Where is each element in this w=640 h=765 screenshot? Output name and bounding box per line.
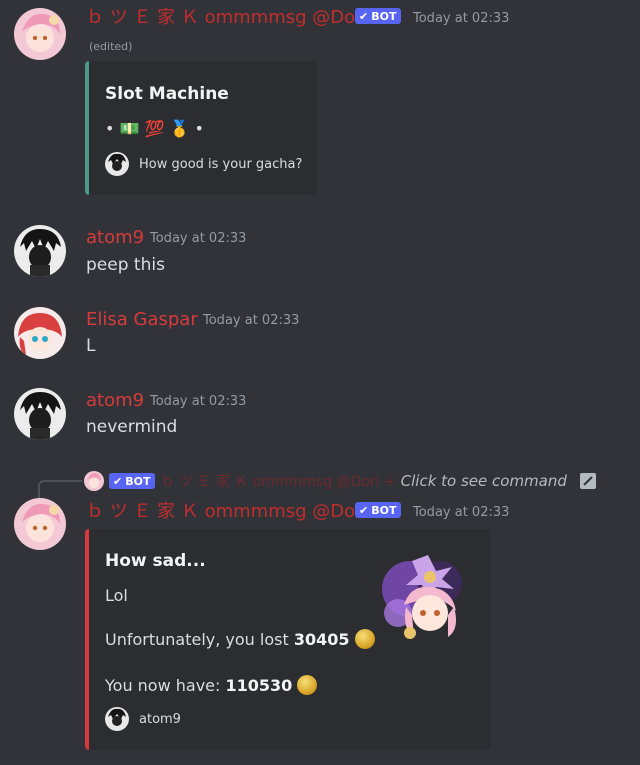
have-prefix: You now have: — [105, 676, 226, 695]
click-to-see-command[interactable]: Click to see command — [401, 472, 567, 490]
avatar-dori-bot[interactable] — [14, 498, 66, 550]
embed-line-lol: Lol — [105, 586, 128, 605]
footer-avatar-icon — [105, 152, 129, 176]
reply-username: ｂ ツ Ｅ 家 Ｋ ommmmsg @Dori + — [160, 474, 396, 490]
message-text: peep this — [86, 255, 165, 275]
timestamp[interactable]: Today at 02:33 — [150, 394, 246, 409]
username-dori-bot[interactable]: ｂ ツ Ｅ 家 Ｋ ommmmsg @Dori + — [86, 501, 388, 523]
lost-amount: 30405 — [293, 630, 350, 649]
have-amount: 110530 — [225, 676, 293, 695]
timestamp[interactable]: Today at 02:33 — [203, 313, 299, 328]
embed-line-lost: Unfortunately, you lost 30405 — [105, 628, 375, 651]
embed-line-balance: You now have: 110530 — [105, 674, 318, 697]
username-elisa-gaspar[interactable]: Elisa Gaspar — [86, 309, 198, 331]
username-atom9[interactable]: atom9 — [86, 390, 144, 412]
embed-title: How sad... — [105, 551, 206, 571]
embed-footer: atom9 — [105, 707, 181, 731]
verified-check-icon: ✔ — [359, 9, 369, 23]
edited-label: (edited) — [89, 40, 133, 53]
timestamp[interactable]: Today at 02:33 — [150, 231, 246, 246]
avatar-elisa-gaspar[interactable] — [14, 307, 66, 359]
username-dori-bot[interactable]: ｂ ツ Ｅ 家 Ｋ ommmmsg @Dori + — [86, 7, 388, 29]
bot-badge-label: BOT — [371, 503, 397, 517]
coin-icon — [354, 628, 375, 649]
embed-footer-text: atom9 — [139, 711, 181, 727]
timestamp[interactable]: Today at 02:33 — [413, 505, 509, 520]
slot-reels-text: • 💵 💯 🥇 • — [105, 119, 204, 138]
bot-badge: ✔ BOT — [355, 502, 402, 518]
reply-avatar-icon — [84, 471, 104, 491]
username-atom9[interactable]: atom9 — [86, 227, 144, 249]
verified-check-icon: ✔ — [113, 474, 123, 488]
bot-badge-label: BOT — [371, 9, 397, 23]
lost-prefix: Unfortunately, you lost — [105, 630, 294, 649]
message-text: L — [86, 336, 96, 356]
reply-reference[interactable]: ✔ BOT ｂ ツ Ｅ 家 Ｋ ommmmsg @Dori + Click to… — [84, 471, 596, 491]
embed-footer: How good is your gacha? — [105, 152, 302, 176]
avatar-atom9[interactable] — [14, 225, 66, 277]
embed-title: Slot Machine — [105, 84, 229, 104]
coin-icon — [297, 674, 318, 695]
embed-footer-text: How good is your gacha? — [139, 156, 303, 172]
avatar-dori-bot[interactable] — [14, 8, 66, 60]
bot-badge-label: BOT — [125, 474, 151, 488]
message-text: nevermind — [86, 417, 178, 437]
embed-thumbnail[interactable] — [376, 549, 476, 649]
bot-badge: ✔ BOT — [109, 473, 156, 489]
slash-command-icon — [579, 473, 596, 489]
result-embed: How sad... Lol Unfortunately, you lost 3… — [85, 529, 491, 750]
slot-machine-embed: Slot Machine • 💵 💯 🥇 • How good is your … — [85, 61, 317, 195]
chibi-character-thumbnail — [382, 555, 462, 639]
footer-avatar-icon — [105, 707, 129, 731]
verified-check-icon: ✔ — [359, 503, 369, 517]
timestamp[interactable]: Today at 02:33 — [413, 11, 509, 26]
avatar-atom9[interactable] — [14, 388, 66, 440]
bot-badge: ✔ BOT — [355, 8, 402, 24]
slot-reels: • 💵 💯 🥇 • — [105, 119, 204, 138]
